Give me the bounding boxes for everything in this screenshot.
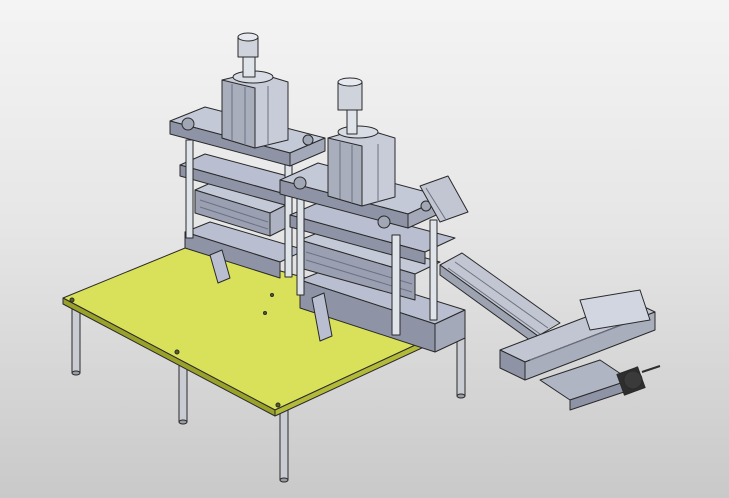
guide-pillar: [185, 139, 194, 239]
piston-rod: [242, 54, 256, 78]
piston-rod: [346, 107, 358, 135]
pneumatic-cylinder: [221, 32, 289, 149]
stepper-motor: [616, 365, 661, 396]
cad-viewport[interactable]: [0, 0, 729, 498]
guide-pillar: [296, 194, 305, 296]
table-leg: [71, 302, 81, 374]
guide-pillar: [429, 219, 438, 321]
table-leg: [279, 409, 289, 481]
pneumatic-cylinder: [327, 77, 396, 207]
assembly-drawing: [62, 32, 661, 483]
guide-pillar: [391, 234, 401, 336]
